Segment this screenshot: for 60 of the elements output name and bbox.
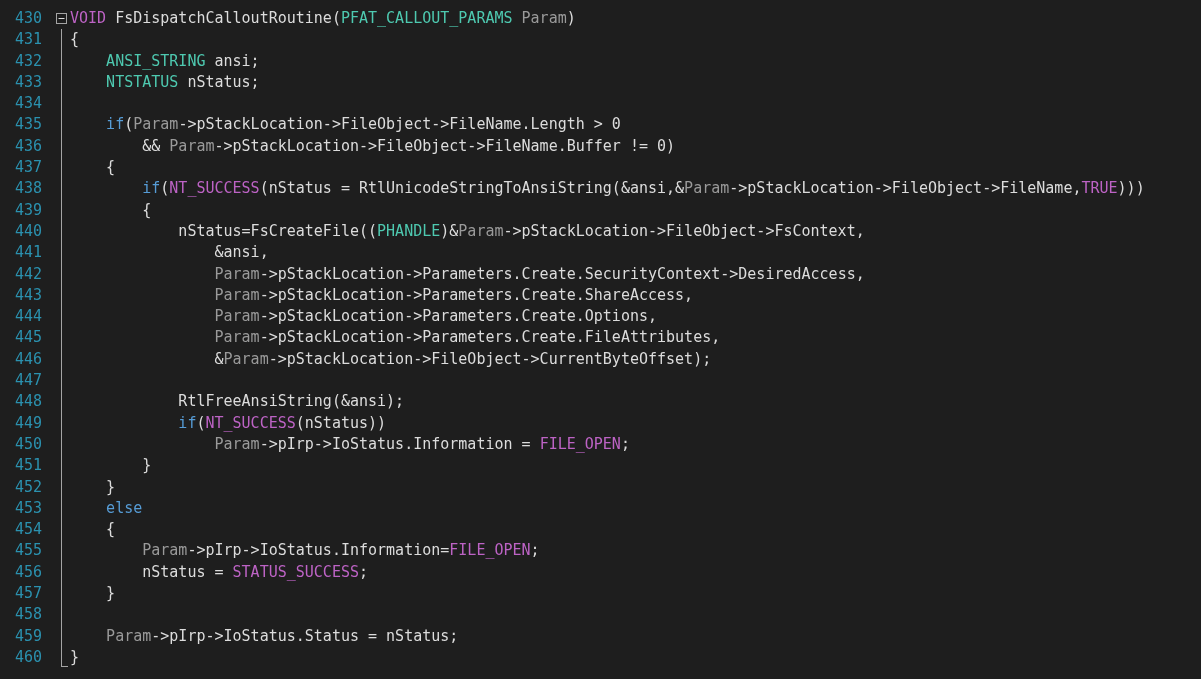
- code-line: Param->pStackLocation->Parameters.Create.SecurityContext->DesiredAccess,: [213, 263, 866, 285]
- line-number: 440: [14, 220, 42, 242]
- line-number: 437: [14, 157, 42, 179]
- line-number: 460: [14, 646, 42, 668]
- code-line: else: [105, 497, 144, 519]
- collapse-toggle[interactable]: [56, 13, 67, 25]
- code-line: if(NT_SUCCESS(nStatus = RtlUnicodeStringToAnsiString(&ansi,&Param->pStackLocation->FileObject->FileName,TRUE))): [141, 178, 1145, 200]
- code-line: {: [70, 29, 81, 51]
- line-number: 443: [14, 284, 42, 306]
- line-number: 445: [14, 327, 42, 349]
- code-line: &Param->pStackLocation->FileObject->CurrentByteOffset);: [213, 348, 713, 370]
- code-line: nStatus = STATUS_SUCCESS;: [141, 561, 370, 583]
- line-number: 454: [14, 519, 42, 541]
- code-line: && Param->pStackLocation->FileObject->FileName.Buffer != 0): [141, 135, 677, 157]
- code-line: NTSTATUS nStatus;: [105, 71, 261, 93]
- line-number: 449: [14, 412, 42, 434]
- code-line: if(NT_SUCCESS(nStatus)): [177, 412, 388, 434]
- code-line: Param->pStackLocation->Parameters.Create.FileAttributes,: [213, 327, 722, 349]
- line-number: 448: [14, 391, 42, 413]
- code-line: Param->pIrp->IoStatus.Information=FILE_OPEN;: [141, 540, 541, 562]
- line-number: 456: [14, 561, 42, 583]
- code-line: }: [105, 583, 117, 604]
- code-line: }: [105, 476, 117, 498]
- line-number: 444: [14, 306, 42, 328]
- line-number: 439: [14, 199, 42, 221]
- code-line: Param->pStackLocation->Parameters.Create.Options,: [213, 306, 658, 328]
- line-number: 438: [14, 178, 42, 200]
- line-number: 450: [14, 433, 42, 455]
- line-number: 457: [14, 583, 42, 604]
- line-number: 433: [14, 71, 42, 93]
- code-line: RtlFreeAnsiString(&ansi);: [177, 391, 406, 413]
- line-number: 430: [14, 8, 42, 29]
- line-number: 442: [14, 263, 42, 285]
- line-number: 447: [14, 370, 42, 392]
- code-line: Param->pIrp->IoStatus.Status = nStatus;: [105, 625, 460, 647]
- code-line: {: [105, 157, 117, 179]
- code-line: ANSI_STRING ansi;: [105, 50, 261, 72]
- code-line: nStatus=FsCreateFile((PHANDLE)&Param->pStackLocation->FileObject->FsContext,: [177, 220, 866, 242]
- line-number: 432: [14, 50, 42, 72]
- code-line: Param->pStackLocation->Parameters.Create.ShareAccess,: [213, 284, 695, 306]
- code-line: Param->pIrp->IoStatus.Information = FILE_OPEN;: [213, 433, 631, 455]
- line-number: 436: [14, 135, 42, 157]
- line-number: 458: [14, 604, 42, 626]
- line-number: 455: [14, 540, 42, 562]
- line-number: 451: [14, 455, 42, 477]
- code-line: }: [141, 455, 153, 477]
- code-line: {: [105, 519, 117, 541]
- line-number: 453: [14, 497, 42, 519]
- line-number: 459: [14, 625, 42, 647]
- line-number: 431: [14, 29, 42, 51]
- line-number: 435: [14, 114, 42, 136]
- code-line: }: [70, 646, 81, 668]
- line-number: 446: [14, 348, 42, 370]
- code-line: {: [141, 199, 153, 221]
- code-line: if(Param->pStackLocation->FileObject->FileName.Length > 0: [105, 114, 622, 136]
- line-number: 441: [14, 242, 42, 264]
- line-number: 434: [14, 93, 42, 115]
- code-line: VOID FsDispatchCalloutRoutine(PFAT_CALLOUT_PARAMS Param): [70, 8, 577, 29]
- code-line: &ansi,: [213, 242, 270, 264]
- line-number: 452: [14, 476, 42, 498]
